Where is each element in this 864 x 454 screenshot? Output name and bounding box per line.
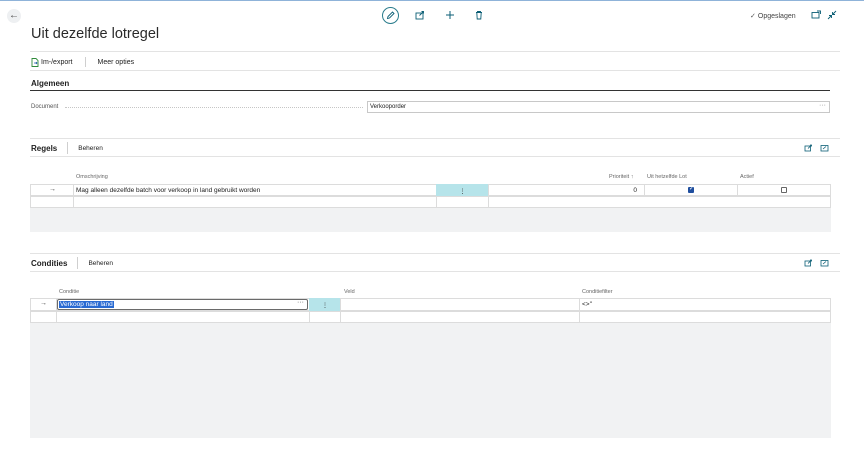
empty-row-cell[interactable]: [56, 311, 310, 323]
rules-header: Regels Beheren: [31, 142, 103, 154]
edit-button[interactable]: [382, 7, 399, 24]
col-priority[interactable]: Prioriteit ↑: [609, 174, 633, 180]
empty-row-cell[interactable]: [488, 196, 831, 208]
separator: [67, 142, 69, 154]
conditions-header: Condities Beheren: [31, 257, 113, 269]
col-same-lot[interactable]: Uit hetzelfde Lot: [647, 174, 687, 180]
col-field[interactable]: Veld: [344, 289, 355, 295]
col-condition-filter[interactable]: Conditiefilter: [582, 289, 613, 295]
empty-row-cell[interactable]: [30, 196, 74, 208]
open-in-new-window-icon: [811, 10, 821, 19]
collapse-icon: [827, 10, 837, 20]
divider: [30, 156, 840, 157]
rules-share-button[interactable]: [804, 144, 813, 152]
save-status-label: Opgeslagen: [757, 13, 796, 20]
collapse-button[interactable]: [825, 8, 839, 22]
share-button[interactable]: [413, 8, 427, 22]
share-icon: [804, 144, 812, 152]
row-arrow-icon: →: [49, 186, 56, 193]
save-status: ✓ Opgeslagen: [750, 12, 796, 20]
same-lot-checkbox[interactable]: [688, 185, 694, 193]
general-section-title[interactable]: Algemeen: [31, 79, 69, 88]
import-export-label: Im-/export: [41, 58, 73, 66]
conditions-manage-button[interactable]: Beheren: [88, 260, 113, 267]
empty-row-cell[interactable]: [30, 311, 57, 323]
rules-title[interactable]: Regels: [31, 144, 57, 153]
separator: [84, 57, 86, 67]
empty-row-cell[interactable]: [436, 196, 489, 208]
delete-button[interactable]: [472, 8, 486, 22]
empty-row-cell[interactable]: [340, 311, 580, 323]
empty-row-cell[interactable]: [579, 311, 831, 323]
document-value: Verkooporder: [370, 104, 407, 110]
open-in-new-window-icon: [820, 260, 829, 267]
section-rule: [30, 90, 830, 91]
rules-expand-button[interactable]: [820, 144, 829, 152]
open-in-new-window-icon: [820, 145, 829, 152]
new-button[interactable]: [443, 8, 457, 22]
document-export-icon: [31, 57, 39, 67]
open-new-window-button[interactable]: [809, 8, 823, 22]
condition-lookup-button[interactable]: ···: [297, 299, 304, 306]
rules-manage-button[interactable]: Beheren: [78, 145, 103, 152]
active-checkbox[interactable]: [781, 187, 787, 193]
condition-value: Verkoop naar land: [59, 301, 114, 308]
conditions-share-button[interactable]: [804, 259, 813, 267]
page-title: Uit dezelfde lotregel: [31, 26, 160, 42]
share-icon: [415, 11, 424, 20]
row-arrow-icon: →: [40, 300, 47, 307]
arrow-left-icon: ←: [9, 10, 19, 21]
import-export-button[interactable]: Im-/export: [31, 57, 73, 67]
table-row-condition-filter[interactable]: <>'': [579, 298, 831, 311]
trash-icon: [476, 11, 482, 20]
action-bar: Im-/export Meer opties: [31, 57, 134, 67]
share-icon: [804, 259, 812, 267]
divider: [30, 51, 840, 52]
col-condition[interactable]: Conditie: [59, 289, 79, 295]
row-actions-button[interactable]: ⋮: [436, 184, 489, 196]
conditions-title[interactable]: Condities: [31, 259, 67, 268]
table-row-description[interactable]: Mag alleen dezelfde batch voor verkoop i…: [73, 184, 437, 196]
conditions-grid-empty-area: [30, 323, 831, 438]
divider: [30, 138, 840, 139]
col-description[interactable]: Omschrijving: [76, 174, 108, 180]
plus-icon: [446, 11, 454, 19]
more-options-button[interactable]: Meer opties: [98, 59, 135, 66]
table-row-field[interactable]: [340, 298, 580, 311]
row-actions-button[interactable]: ⋮: [309, 298, 341, 311]
pencil-icon: [386, 11, 395, 20]
divider: [30, 253, 840, 254]
document-label: Document: [31, 104, 59, 110]
document-field[interactable]: Verkooporder ···: [367, 101, 830, 113]
checkmark-icon: ✓: [750, 13, 756, 20]
rules-grid-empty-area: [30, 208, 831, 232]
back-button[interactable]: ←: [7, 9, 21, 23]
divider: [30, 70, 840, 71]
top-accent-line: [0, 0, 864, 1]
document-lookup-button[interactable]: ···: [819, 102, 826, 109]
separator: [77, 257, 79, 269]
divider: [30, 271, 840, 272]
conditions-expand-button[interactable]: [820, 259, 829, 267]
table-row-priority[interactable]: 0: [488, 184, 645, 196]
col-active[interactable]: Actief: [740, 174, 754, 180]
empty-row-cell[interactable]: [309, 311, 341, 323]
condition-input[interactable]: Verkoop naar land ···: [57, 299, 308, 310]
dots-leader: [65, 107, 363, 108]
empty-row-cell[interactable]: [73, 196, 437, 208]
